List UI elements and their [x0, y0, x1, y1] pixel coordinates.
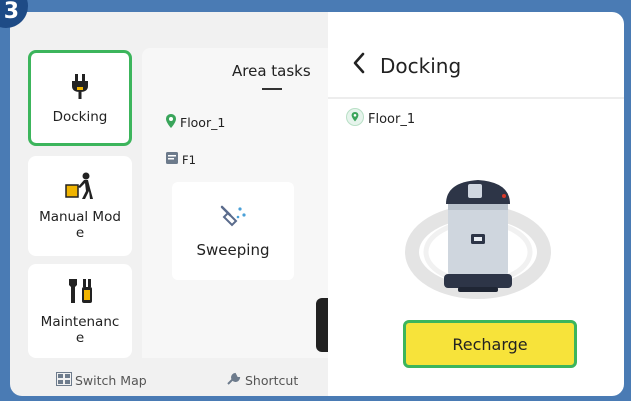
tab-underline [262, 88, 282, 90]
wrench-icon [226, 372, 242, 389]
bottom-bar: Switch Map Shortcut [10, 364, 328, 396]
sweeping-icon [218, 203, 248, 233]
sidebar-item-docking[interactable]: Docking [28, 50, 132, 146]
sidebar-item-manual-mode[interactable]: Manual Mod e [28, 156, 132, 256]
location-selector[interactable]: Floor_1 [166, 114, 225, 131]
area-tasks-panel: Area tasks Floor_1 F1 Sweeping [142, 48, 328, 358]
location-label: Floor_1 [180, 115, 226, 130]
docking-location: Floor_1 [346, 108, 415, 130]
task-label: Sweeping [196, 241, 270, 259]
switch-map-button[interactable]: Switch Map [56, 371, 147, 389]
map-label: F1 [182, 152, 196, 167]
shortcut-label: Shortcut [245, 372, 299, 388]
back-chevron-icon[interactable] [352, 52, 366, 79]
page-title: Docking [380, 53, 462, 78]
task-card-sweeping[interactable]: Sweeping [172, 182, 294, 280]
panel-scroll-handle[interactable] [316, 298, 328, 352]
docking-header: Docking [352, 52, 461, 79]
home-screen: Docking Manual Mod e Maintenanc e Area t… [10, 12, 328, 396]
switch-map-label: Switch Map [75, 372, 147, 388]
map-selector[interactable]: F1 [166, 152, 196, 167]
recharge-button[interactable]: Recharge [403, 320, 577, 368]
shortcut-button[interactable]: Shortcut [226, 372, 298, 389]
plug-icon [69, 71, 91, 101]
pushing-cart-person-icon [64, 171, 96, 201]
robot-icon [398, 164, 558, 304]
docking-screen: Docking Floor_1 Recharge [328, 12, 624, 396]
sidebar-item-maintenance[interactable]: Maintenanc e [28, 264, 132, 358]
switch-map-icon [56, 371, 72, 389]
tools-icon [65, 276, 95, 306]
location-pin-icon [346, 108, 364, 130]
sidebar-item-label: Docking [52, 109, 108, 125]
map-icon [166, 152, 178, 167]
area-tasks-tab[interactable]: Area tasks [232, 62, 311, 80]
sidebar-item-label: Manual Mod e [39, 209, 121, 241]
location-pin-icon [166, 114, 176, 131]
sidebar-item-label: Maintenanc e [40, 314, 120, 346]
header-divider [328, 97, 624, 99]
location-label: Floor_1 [368, 111, 416, 127]
